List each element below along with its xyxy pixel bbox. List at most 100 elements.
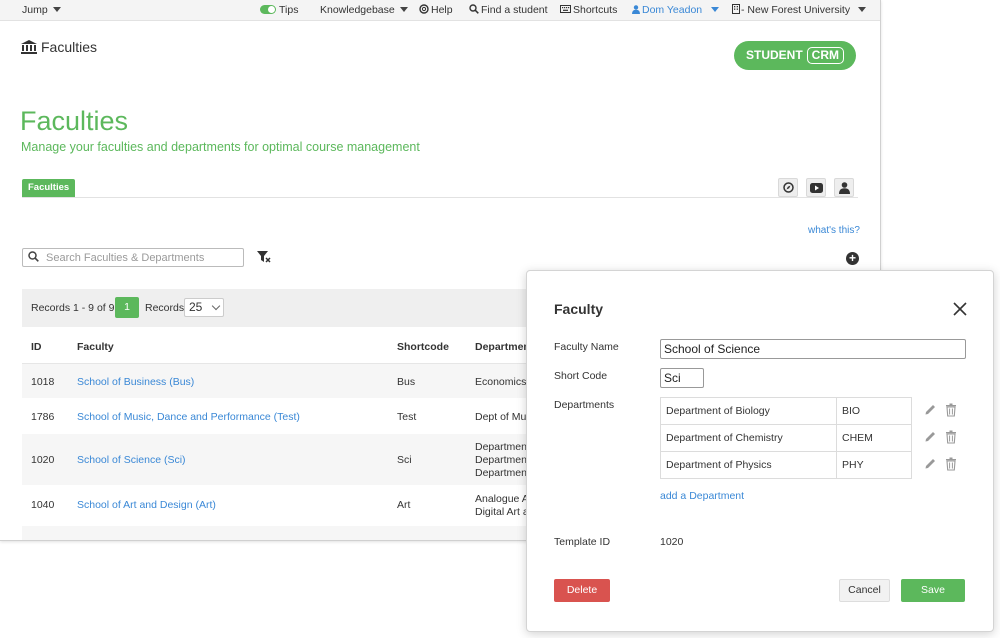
pencil-icon[interactable]	[924, 430, 937, 443]
cancel-button[interactable]: Cancel	[839, 579, 890, 602]
row-shortcode: Bus	[397, 376, 416, 388]
department-row: Department of Chemistry CHEM	[660, 424, 912, 452]
department-row: Department of Biology BIO	[660, 397, 912, 425]
top-bar: Jump Tips Knowledgebase Help Find a stud…	[0, 0, 880, 21]
records-per-page-value: 25	[189, 300, 203, 314]
short-code-input[interactable]	[660, 368, 704, 388]
row-id: 1040	[31, 499, 55, 511]
institution-label: - New Forest University	[741, 4, 851, 16]
find-student-link[interactable]: Find a student	[469, 0, 548, 21]
trash-icon[interactable]	[945, 430, 957, 444]
youtube-icon	[809, 183, 823, 193]
trash-icon[interactable]	[945, 457, 957, 471]
department-name: Department of Physics	[660, 451, 837, 479]
toggle-icon	[260, 5, 276, 14]
knowledgebase-label: Knowledgebase	[320, 4, 395, 16]
department-name: Department of Biology	[660, 397, 837, 425]
records-per-page-select[interactable]: 25	[184, 298, 224, 317]
faculty-name-input[interactable]	[660, 339, 966, 359]
column-header-departments[interactable]: Departmen	[475, 341, 530, 353]
page-1-button[interactable]: 1	[115, 297, 139, 318]
column-header-faculty[interactable]: Faculty	[77, 341, 114, 353]
page-subtitle: Manage your faculties and departments fo…	[21, 140, 420, 154]
plus-icon: +	[848, 251, 856, 265]
row-shortcode: Test	[397, 411, 417, 423]
chevron-down-icon	[211, 301, 221, 311]
tab-divider	[22, 197, 858, 198]
tips-toggle[interactable]: Tips	[260, 0, 298, 21]
row-id: 1020	[31, 454, 55, 466]
shortcuts-link[interactable]: Shortcuts	[560, 0, 617, 21]
tab-faculties[interactable]: Faculties	[22, 179, 76, 197]
jump-menu[interactable]: Jump	[22, 0, 61, 21]
department-actions	[924, 403, 964, 419]
delete-button[interactable]: Delete	[554, 579, 610, 602]
search-input[interactable]	[46, 250, 241, 265]
row-id: 1786	[31, 411, 55, 423]
pencil-icon[interactable]	[924, 457, 937, 470]
add-department-link[interactable]: add a Department	[660, 490, 744, 502]
close-icon[interactable]	[952, 301, 968, 317]
row-shortcode: Sci	[397, 454, 412, 466]
column-header-id[interactable]: ID	[31, 341, 42, 353]
help-label: Help	[431, 4, 453, 16]
keyboard-icon	[560, 5, 571, 13]
user-name: Dom Yeadon	[642, 4, 703, 16]
faculty-name-label: Faculty Name	[554, 341, 619, 353]
page-title: Faculties	[20, 106, 129, 136]
faculty-link[interactable]: School of Science (Sci)	[77, 454, 186, 466]
institution-icon	[21, 40, 37, 54]
row-department: Digital Art a	[475, 506, 529, 518]
knowledgebase-menu[interactable]: Knowledgebase	[320, 0, 408, 21]
template-id-label: Template ID	[554, 536, 611, 548]
departments-table: Department of Biology BIO Department of …	[660, 397, 912, 479]
column-header-shortcode[interactable]: Shortcode	[397, 341, 449, 353]
find-student-label: Find a student	[481, 4, 548, 16]
faculty-dialog: Faculty Faculty Name Short Code Departme…	[526, 270, 994, 632]
user-button[interactable]	[834, 178, 854, 197]
user-menu[interactable]: Dom Yeadon	[632, 0, 720, 21]
faculty-link[interactable]: School of Business (Bus)	[77, 376, 194, 388]
tips-label: Tips	[279, 4, 299, 16]
department-code: PHY	[836, 451, 912, 479]
whats-this-link[interactable]: what's this?	[808, 225, 860, 236]
video-button[interactable]	[806, 178, 826, 197]
faculty-link[interactable]: School of Art and Design (Art)	[77, 499, 216, 511]
template-id-value: 1020	[660, 536, 684, 548]
trash-icon[interactable]	[945, 403, 957, 417]
short-code-label: Short Code	[554, 370, 608, 382]
row-id: 1018	[31, 376, 55, 388]
pencil-icon[interactable]	[924, 403, 937, 416]
chevron-down-icon	[858, 7, 867, 12]
student-crm-logo: STUDENT CRM	[734, 41, 856, 70]
institution-menu[interactable]: - New Forest University	[732, 0, 867, 21]
help-link[interactable]: Help	[419, 0, 453, 21]
row-department: Dept of Mus	[475, 411, 532, 423]
compass-icon	[782, 182, 794, 193]
search-icon	[469, 4, 479, 14]
user-icon	[632, 5, 640, 14]
clear-filter-icon[interactable]	[257, 251, 271, 264]
lifebuoy-icon	[419, 4, 429, 14]
user-icon	[838, 182, 850, 194]
logo-crm-text: CRM	[806, 47, 844, 64]
save-button[interactable]: Save	[901, 579, 965, 602]
add-faculty-button[interactable]: +	[846, 252, 859, 265]
chevron-down-icon	[399, 7, 408, 12]
row-department: Economics	[475, 376, 527, 388]
department-code: BIO	[836, 397, 912, 425]
chevron-down-icon	[711, 7, 720, 12]
compass-button[interactable]	[778, 178, 798, 197]
header-title: Faculties	[41, 39, 98, 55]
faculty-link[interactable]: School of Music, Dance and Performance (…	[77, 411, 300, 423]
row-department: Departmen	[475, 454, 527, 466]
building-icon	[732, 4, 740, 14]
row-department: Departmen	[475, 441, 527, 453]
row-department: Departmen	[475, 467, 527, 479]
row-shortcode: Art	[397, 499, 411, 511]
department-row: Department of Physics PHY	[660, 451, 912, 479]
logo-student-text: STUDENT	[746, 48, 803, 62]
search-box	[22, 248, 244, 267]
department-actions	[924, 430, 964, 446]
row-department: Analogue A	[475, 493, 529, 505]
